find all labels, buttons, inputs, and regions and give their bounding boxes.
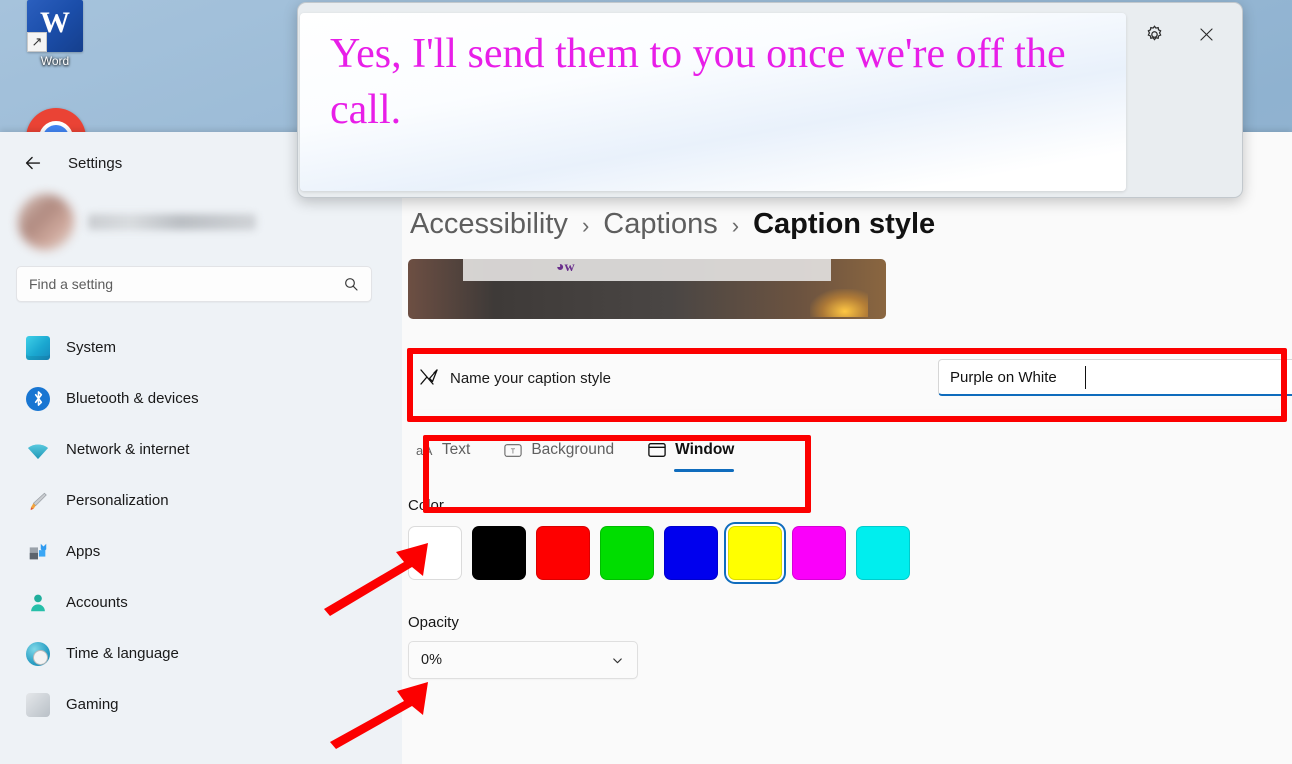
sidebar-item-apps[interactable]: Apps xyxy=(0,526,402,577)
desktop-icon-word-label: Word xyxy=(40,54,70,68)
shortcut-arrow-icon: ↗ xyxy=(27,32,47,52)
sidebar-item-system[interactable]: System xyxy=(0,322,402,373)
clock-icon xyxy=(26,641,50,666)
search-placeholder: Find a setting xyxy=(29,276,114,292)
opacity-section-label: Opacity xyxy=(408,614,459,631)
paintbrush-icon xyxy=(26,489,50,513)
sidebar-item-label: Accounts xyxy=(66,594,128,611)
color-swatch-yellow[interactable] xyxy=(728,526,782,580)
color-swatch-blue[interactable] xyxy=(664,526,718,580)
sidebar-item-gaming[interactable]: Gaming xyxy=(0,679,402,730)
sidebar-item-label: Gaming xyxy=(66,696,119,713)
screen: W ↗ Word Settings Find a setting System … xyxy=(0,0,1292,764)
opacity-value: 0% xyxy=(421,652,442,668)
color-swatch-list xyxy=(408,526,1292,580)
sidebar-item-time-language[interactable]: Time & language xyxy=(0,628,402,679)
close-icon[interactable] xyxy=(1191,19,1221,49)
tab-label: Text xyxy=(441,441,471,458)
settings-sidebar: Settings Find a setting System Bluetooth… xyxy=(0,132,402,764)
paintbrush-icon xyxy=(408,366,450,390)
tab-window[interactable]: Window xyxy=(648,425,735,475)
bluetooth-icon xyxy=(26,386,50,411)
settings-window: Settings Find a setting System Bluetooth… xyxy=(0,132,1292,764)
color-swatch-red[interactable] xyxy=(536,526,590,580)
network-icon xyxy=(26,438,50,462)
chevron-down-icon xyxy=(610,653,625,668)
sidebar-item-label: Bluetooth & devices xyxy=(66,390,199,407)
name-your-caption-style-row: Name your caption style xyxy=(408,347,1292,409)
sidebar-item-label: System xyxy=(66,339,117,356)
live-captions-text-area: Yes, I'll send them to you once we're of… xyxy=(300,13,1126,191)
color-swatch-magenta[interactable] xyxy=(792,526,846,580)
sidebar-nav: System Bluetooth & devices Network & int… xyxy=(0,302,402,730)
user-name-redacted xyxy=(88,214,256,230)
caption-style-name-field-wrap xyxy=(938,359,1292,396)
color-section-label: Color xyxy=(408,497,444,514)
live-captions-titlebar xyxy=(1118,3,1242,65)
caption-style-tabs: aA Text T Background Window xyxy=(416,425,796,475)
text-caret xyxy=(1085,366,1086,389)
gaming-icon xyxy=(26,692,50,717)
sidebar-item-label: Apps xyxy=(66,543,101,560)
breadcrumb-separator: › xyxy=(581,213,590,238)
preview-caption-bar xyxy=(463,259,831,281)
avatar xyxy=(18,194,74,250)
sidebar-item-network-internet[interactable]: Network & internet xyxy=(0,424,402,475)
tab-label: Background xyxy=(531,441,615,458)
color-swatch-cyan[interactable] xyxy=(856,526,910,580)
search-container: Find a setting xyxy=(0,252,402,302)
window-icon xyxy=(648,442,666,458)
preview-flare xyxy=(810,289,868,317)
apps-icon xyxy=(26,540,50,564)
live-captions-window[interactable]: Yes, I'll send them to you once we're of… xyxy=(297,2,1243,198)
search-icon xyxy=(343,276,359,292)
back-button[interactable] xyxy=(16,146,50,180)
page-title: Caption style xyxy=(753,208,936,240)
caption-style-name-input[interactable] xyxy=(938,359,1292,396)
live-caption-text: Yes, I'll send them to you once we're of… xyxy=(330,31,1066,133)
breadcrumb-item-accessibility[interactable]: Accessibility xyxy=(410,208,568,241)
breadcrumb-item-captions[interactable]: Captions xyxy=(603,208,717,241)
breadcrumb-separator: › xyxy=(731,213,740,238)
tab-label: Window xyxy=(675,441,735,458)
opacity-dropdown[interactable]: 0% xyxy=(408,641,638,679)
gear-icon[interactable] xyxy=(1139,19,1169,49)
svg-text:T: T xyxy=(511,446,516,455)
search-input[interactable]: Find a setting xyxy=(16,266,372,302)
tab-text[interactable]: aA Text xyxy=(416,425,470,475)
account-icon xyxy=(26,591,50,615)
text-format-icon: aA xyxy=(416,442,433,458)
sidebar-item-personalization[interactable]: Personalization xyxy=(0,475,402,526)
sidebar-item-bluetooth-devices[interactable]: Bluetooth & devices xyxy=(0,373,402,424)
background-icon: T xyxy=(504,443,522,458)
preview-caption-text: ◕w xyxy=(556,260,575,275)
tab-background[interactable]: T Background xyxy=(504,425,614,475)
color-swatch-white[interactable] xyxy=(408,526,462,580)
sidebar-item-accounts[interactable]: Accounts xyxy=(0,577,402,628)
sidebar-item-label: Network & internet xyxy=(66,441,190,458)
settings-content: Accessibility › Captions › Caption style… xyxy=(402,132,1292,764)
word-app-icon: W ↗ xyxy=(27,0,83,52)
settings-title: Settings xyxy=(68,154,123,172)
system-icon xyxy=(26,335,50,360)
sidebar-item-label: Time & language xyxy=(66,645,179,662)
color-swatch-black[interactable] xyxy=(472,526,526,580)
name-your-caption-style-label: Name your caption style xyxy=(450,369,611,387)
color-swatch-green[interactable] xyxy=(600,526,654,580)
desktop-icon-word[interactable]: W ↗ Word xyxy=(12,0,98,68)
caption-preview: ◕w xyxy=(408,259,886,319)
sidebar-item-label: Personalization xyxy=(66,492,169,509)
